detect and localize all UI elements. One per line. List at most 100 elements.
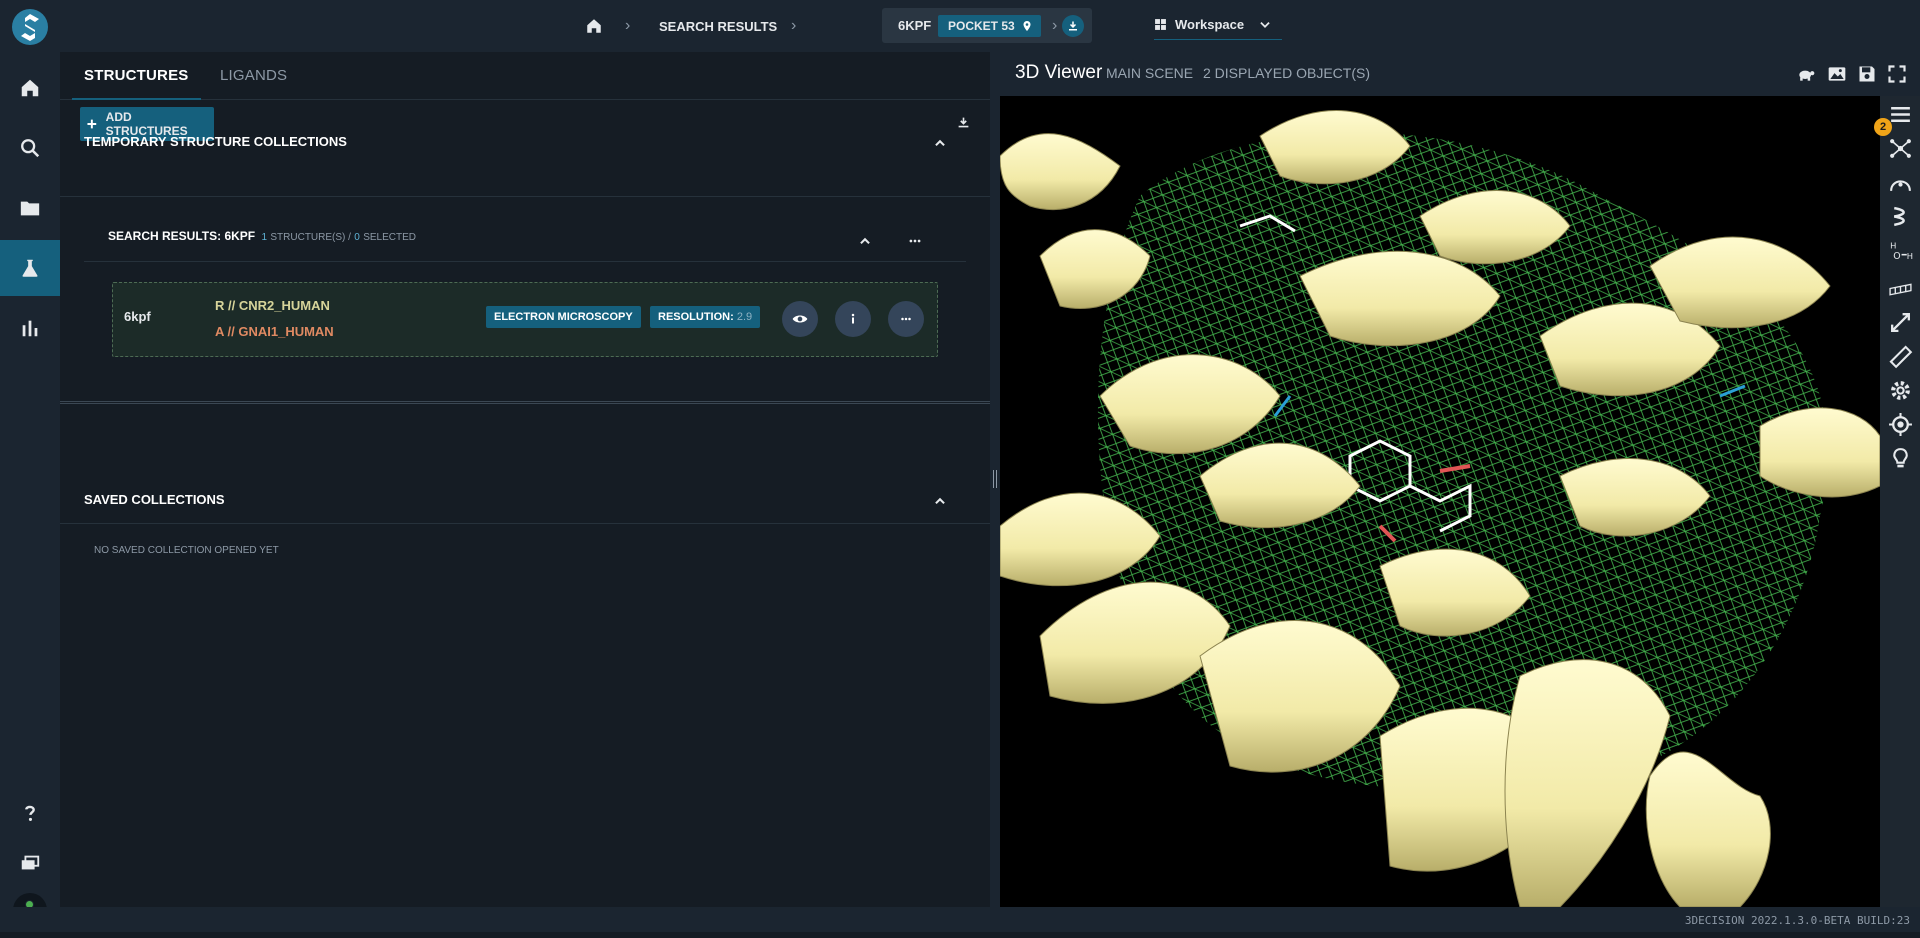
search-icon bbox=[21, 139, 40, 158]
build-version: 3DECISION 2022.1.3.0-BETA BUILD:23 bbox=[1684, 914, 1910, 927]
panel-divider bbox=[60, 401, 990, 404]
molecule-3d-canvas[interactable] bbox=[1000, 96, 1880, 907]
turtle-icon[interactable] bbox=[1796, 64, 1816, 84]
viewer-header: 3D Viewer MAIN SCENE 2 DISPLAYED OBJECT(… bbox=[1000, 52, 1920, 96]
chevron-up-icon[interactable] bbox=[933, 136, 947, 150]
molecule-icon[interactable] bbox=[1888, 136, 1913, 161]
left-nav-rail bbox=[0, 0, 60, 932]
structure-suffix: STRUCTURE(S) / bbox=[270, 232, 351, 243]
bar-chart-icon bbox=[22, 320, 38, 337]
structure-card[interactable]: 6kpf R // CNR2_HUMAN A // GNAI1_HUMAN EL… bbox=[112, 282, 938, 357]
pdb-code[interactable]: 6KPF bbox=[898, 8, 931, 43]
structure-pdb-id[interactable]: 6kpf bbox=[124, 309, 151, 324]
image-icon[interactable] bbox=[1827, 64, 1847, 84]
lightbulb-icon[interactable] bbox=[1888, 446, 1913, 471]
more-options-icon bbox=[901, 317, 911, 321]
structure-info-button[interactable] bbox=[835, 301, 871, 337]
method-badge: ELECTRON MICROSCOPY bbox=[486, 306, 641, 328]
structure-count: 1 bbox=[261, 232, 268, 243]
more-options-icon[interactable] bbox=[908, 234, 922, 248]
protein-structure-render[interactable] bbox=[1000, 96, 1880, 907]
nav-structures-button[interactable] bbox=[0, 240, 60, 296]
svg-text:O: O bbox=[1893, 251, 1900, 262]
download-icon bbox=[1069, 21, 1077, 31]
grid-icon bbox=[1155, 19, 1166, 30]
home-icon bbox=[587, 19, 601, 33]
search-results-header: SEARCH RESULTS: 6KPF 1 STRUCTURE(S) / 0 … bbox=[108, 229, 416, 243]
helix-icon[interactable] bbox=[1888, 204, 1913, 229]
gear-icon[interactable] bbox=[1888, 378, 1913, 403]
panel-splitter[interactable] bbox=[990, 52, 1000, 907]
breadcrumb-home[interactable] bbox=[585, 0, 603, 52]
target-icon[interactable] bbox=[1888, 412, 1913, 437]
expand-diagonal-icon[interactable] bbox=[1888, 310, 1913, 335]
plus-icon bbox=[87, 119, 97, 129]
download-pocket-button[interactable] bbox=[1062, 15, 1084, 37]
breadcrumb-search-results[interactable]: SEARCH RESULTS bbox=[659, 0, 777, 52]
workspace-dropdown[interactable]: Workspace bbox=[1154, 10, 1282, 40]
tab-ligands[interactable]: LIGANDS bbox=[220, 52, 287, 100]
selected-suffix: SELECTED bbox=[363, 232, 416, 243]
search-results-title: SEARCH RESULTS: 6KPF bbox=[108, 229, 256, 243]
panel-tabs: STRUCTURES LIGANDS bbox=[60, 52, 990, 100]
scene-tab[interactable]: MAIN SCENE bbox=[1106, 65, 1193, 81]
windows-icon bbox=[21, 855, 40, 870]
fullscreen-icon[interactable] bbox=[1887, 64, 1907, 84]
download-icon[interactable] bbox=[957, 116, 970, 129]
home-icon bbox=[21, 79, 39, 97]
app-logo-icon[interactable] bbox=[11, 8, 49, 46]
chevron-up-icon[interactable] bbox=[858, 234, 872, 248]
resolution-label: RESOLUTION: bbox=[658, 311, 734, 323]
section-divider bbox=[84, 261, 966, 262]
flask-icon bbox=[22, 259, 38, 277]
resolution-badge: RESOLUTION: 2.9 bbox=[650, 306, 761, 328]
splitter-handle[interactable] bbox=[993, 470, 997, 488]
displayed-objects-tab[interactable]: 2 DISPLAYED OBJECT(S) bbox=[1203, 65, 1370, 81]
info-icon bbox=[851, 313, 855, 324]
pocket-selector: 6KPF POCKET 53 bbox=[882, 8, 1092, 43]
toggle-visibility-button[interactable] bbox=[782, 301, 818, 337]
eye-icon bbox=[792, 315, 808, 323]
viewer-toolstrip: HOH bbox=[1880, 96, 1920, 907]
section-divider bbox=[60, 523, 990, 524]
saved-collections-empty: NO SAVED COLLECTION OPENED YET bbox=[94, 545, 279, 556]
nav-help-button[interactable] bbox=[0, 785, 60, 841]
svg-text:H: H bbox=[1907, 251, 1913, 261]
pocket-badge[interactable]: POCKET 53 bbox=[938, 15, 1041, 37]
tab-structures[interactable]: STRUCTURES bbox=[72, 52, 201, 100]
chain-r-label[interactable]: R // CNR2_HUMAN bbox=[215, 298, 330, 313]
nav-analytics-button[interactable] bbox=[0, 300, 60, 356]
status-bar: 3DECISION 2022.1.3.0-BETA BUILD:23 bbox=[0, 907, 1920, 932]
chain-a-label[interactable]: A // GNAI1_HUMAN bbox=[215, 324, 334, 339]
temp-collections-title: TEMPORARY STRUCTURE COLLECTIONS bbox=[84, 134, 347, 149]
objects-count-badge: 2 bbox=[1874, 118, 1892, 136]
folder-icon bbox=[20, 201, 40, 216]
structure-more-button[interactable] bbox=[888, 301, 924, 337]
top-bar: › SEARCH RESULTS › 6KPF POCKET 53 › Work… bbox=[60, 0, 1920, 52]
map-pin-icon bbox=[1023, 21, 1031, 31]
chevron-right-icon: › bbox=[791, 17, 797, 34]
chevron-right-icon: › bbox=[625, 17, 631, 34]
menu-icon[interactable] bbox=[1888, 102, 1913, 127]
saved-collections-title: SAVED COLLECTIONS bbox=[84, 492, 225, 507]
section-divider bbox=[60, 196, 990, 197]
nav-home-button[interactable] bbox=[0, 60, 60, 116]
ruler-icon[interactable] bbox=[1888, 344, 1913, 369]
save-icon[interactable] bbox=[1857, 64, 1877, 84]
svg-text:H: H bbox=[1890, 240, 1896, 250]
chevron-down-icon bbox=[1260, 21, 1270, 28]
nav-search-button[interactable] bbox=[0, 120, 60, 176]
chevron-right-icon: › bbox=[1052, 17, 1058, 34]
structures-panel: STRUCTURES LIGANDS ADD STRUCTURES TEMPOR… bbox=[60, 52, 990, 907]
resolution-value: 2.9 bbox=[736, 311, 753, 323]
help-icon bbox=[25, 805, 35, 821]
surface-icon[interactable] bbox=[1888, 170, 1913, 195]
viewer-title: 3D Viewer bbox=[1015, 62, 1103, 83]
workspace-label: Workspace bbox=[1175, 17, 1245, 32]
selected-count: 0 bbox=[354, 232, 360, 243]
hydrogen-bond-icon[interactable]: HO H bbox=[1888, 238, 1913, 263]
grid-plane-icon[interactable] bbox=[1888, 276, 1913, 301]
pocket-label: POCKET 53 bbox=[948, 19, 1015, 33]
chevron-up-icon[interactable] bbox=[933, 494, 947, 508]
nav-folder-button[interactable] bbox=[0, 180, 60, 236]
